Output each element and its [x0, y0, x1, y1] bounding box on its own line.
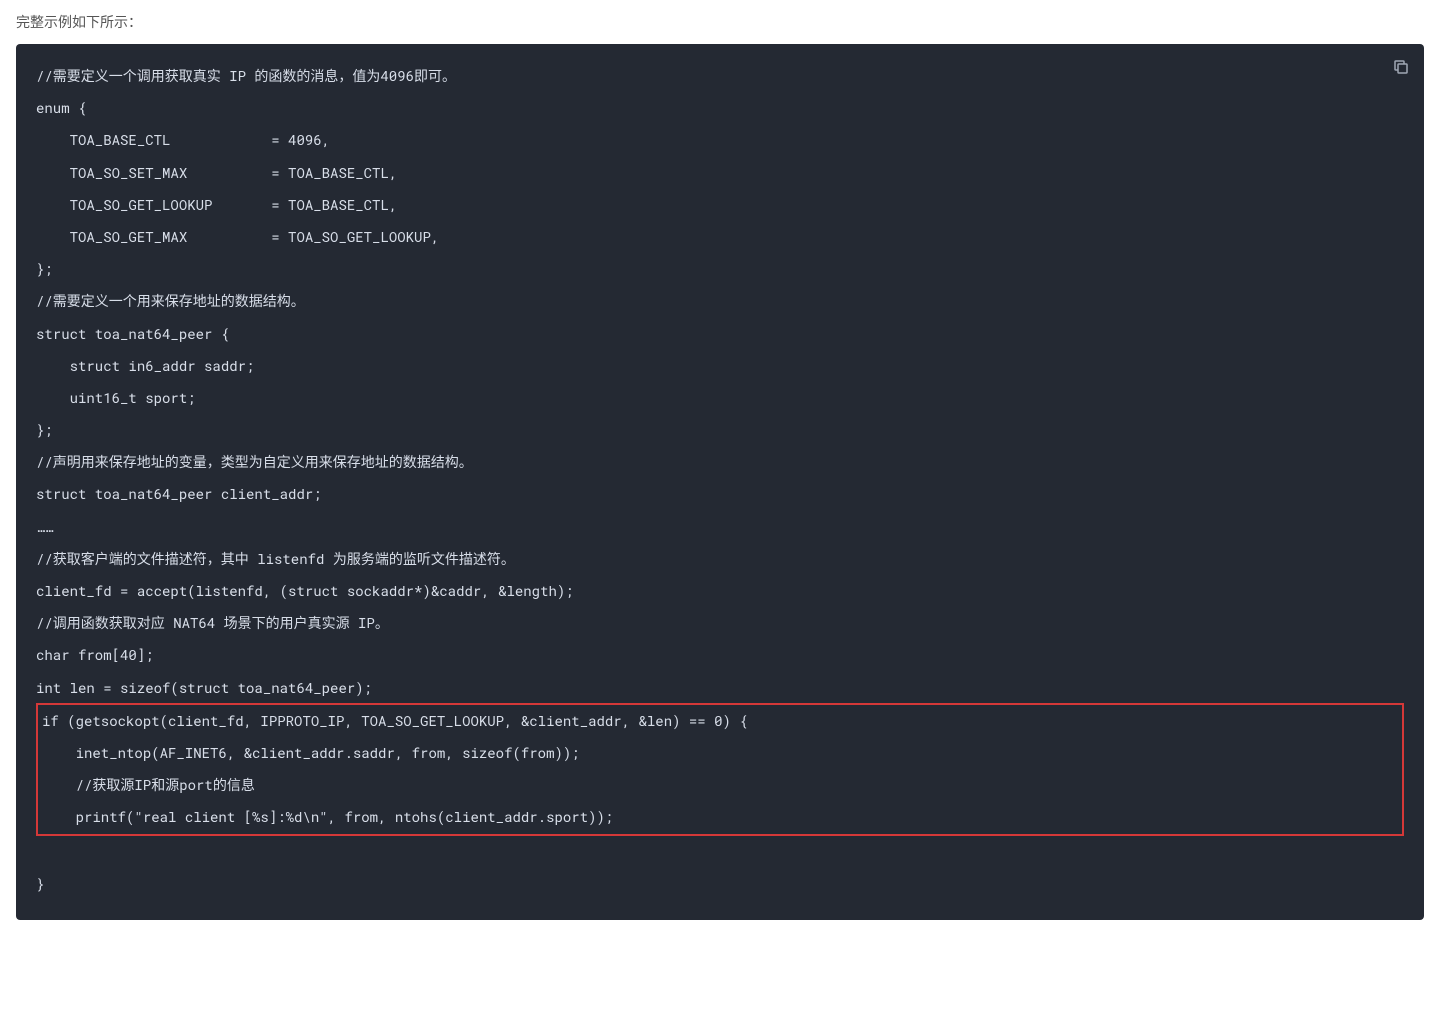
code-line: }; [36, 259, 53, 278]
code-line: struct in6_addr saddr; [36, 356, 254, 375]
code-line: inet_ntop(AF_INET6, &client_addr.saddr, … [42, 743, 580, 762]
code-line: …… [36, 517, 53, 536]
code-content: //需要定义一个调用获取真实 IP 的函数的消息，值为4096即可。 enum … [36, 60, 1404, 900]
code-line: struct toa_nat64_peer { [36, 324, 229, 343]
code-line: }; [36, 420, 53, 439]
code-line: client_fd = accept(listenfd, (struct soc… [36, 581, 574, 600]
code-line: //调用函数获取对应 NAT64 场景下的用户真实源 IP。 [36, 613, 389, 632]
code-line: //获取源IP和源port的信息 [42, 775, 255, 794]
code-line: TOA_SO_GET_MAX = TOA_SO_GET_LOOKUP, [36, 227, 439, 246]
code-line: uint16_t sport; [36, 388, 196, 407]
code-block: //需要定义一个调用获取真实 IP 的函数的消息，值为4096即可。 enum … [16, 44, 1424, 920]
code-line: TOA_BASE_CTL = 4096, [36, 130, 330, 149]
code-line: //需要定义一个调用获取真实 IP 的函数的消息，值为4096即可。 [36, 66, 456, 85]
code-line: //获取客户端的文件描述符，其中 listenfd 为服务端的监听文件描述符。 [36, 549, 515, 568]
code-line: TOA_SO_SET_MAX = TOA_BASE_CTL, [36, 163, 397, 182]
code-line: if (getsockopt(client_fd, IPPROTO_IP, TO… [42, 711, 748, 730]
intro-text: 完整示例如下所示： [0, 0, 1440, 44]
code-line: } [36, 874, 44, 893]
code-line: struct toa_nat64_peer client_addr; [36, 484, 322, 503]
code-line: TOA_SO_GET_LOOKUP = TOA_BASE_CTL, [36, 195, 397, 214]
copy-icon[interactable] [1392, 58, 1410, 76]
code-line: //声明用来保存地址的变量，类型为自定义用来保存地址的数据结构。 [36, 452, 473, 471]
code-line: //需要定义一个用来保存地址的数据结构。 [36, 291, 305, 310]
code-line: printf("real client [%s]:%d\n", from, nt… [42, 807, 613, 826]
code-line: enum { [36, 98, 86, 117]
code-line: int len = sizeof(struct toa_nat64_peer); [36, 678, 372, 697]
code-line: char from[40]; [36, 645, 154, 664]
highlighted-code: if (getsockopt(client_fd, IPPROTO_IP, TO… [36, 703, 1404, 836]
